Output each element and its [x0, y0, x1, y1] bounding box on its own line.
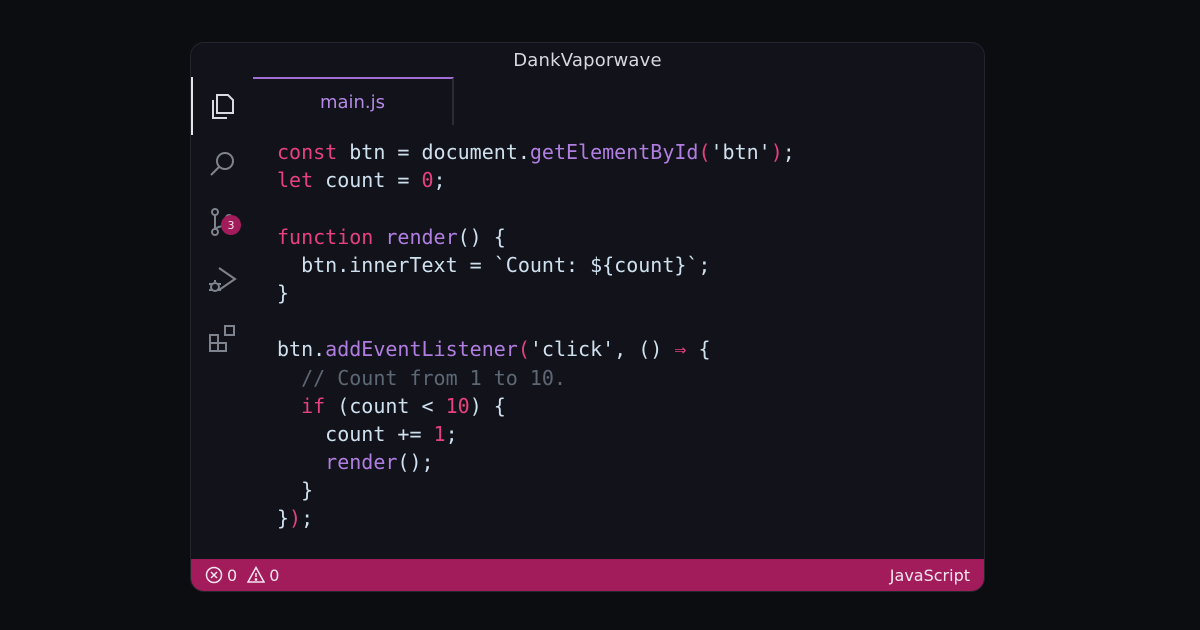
activity-files[interactable]: [191, 77, 253, 135]
code-token: ;: [782, 140, 795, 164]
activity-extensions[interactable]: [191, 309, 253, 367]
code-line[interactable]: }: [277, 476, 795, 504]
code-token: const: [277, 140, 338, 164]
code-token: }: [277, 478, 314, 503]
code-line[interactable]: if (count < 10) {: [277, 392, 795, 420]
problems-indicator[interactable]: 0 0: [205, 566, 285, 585]
editor-window: DankVaporwave 3 main.js const btn = docu…: [190, 42, 985, 592]
activity-bar: 3: [191, 77, 253, 559]
code-token: let: [277, 168, 314, 193]
code-token: function: [277, 224, 374, 249]
activity-source-control[interactable]: 3: [191, 193, 253, 251]
code-token: () {: [457, 224, 506, 249]
activity-run-debug[interactable]: [191, 251, 253, 309]
code-token: (count <: [325, 393, 446, 418]
code-token: ();: [397, 450, 434, 475]
code-line[interactable]: const btn = document.getElementById('btn…: [277, 138, 795, 166]
warning-count: 0: [269, 565, 280, 585]
activity-search[interactable]: [191, 135, 253, 193]
run-debug-icon: [209, 267, 237, 292]
code-token: btn = document.: [337, 140, 530, 164]
code-token: // Count from 1 to 10.: [277, 365, 566, 390]
code-token: ⇒: [674, 337, 687, 362]
window-title: DankVaporwave: [513, 49, 662, 71]
code-token: ): [770, 140, 783, 164]
code-line[interactable]: // Count from 1 to 10.: [277, 364, 795, 392]
code-line[interactable]: });: [277, 504, 795, 532]
extensions-icon: [209, 325, 235, 352]
code-line[interactable]: btn.innerText = `Count: ${count}`;: [277, 251, 795, 279]
code-token: ) {: [469, 393, 506, 418]
code-line[interactable]: [277, 194, 795, 222]
code-token: count +=: [277, 421, 434, 446]
warning-icon: [247, 566, 266, 583]
error-count: 0: [227, 565, 238, 585]
code-token: (: [698, 140, 711, 164]
code-token: 1: [433, 421, 446, 446]
tab-main-js[interactable]: main.js: [253, 77, 454, 125]
search-icon: [210, 152, 234, 176]
code-token: 'btn': [710, 140, 771, 164]
code-token: if: [301, 393, 326, 418]
source-control-badge: 3: [221, 215, 241, 235]
code-token: ): [289, 506, 302, 531]
code-line[interactable]: btn.addEventListener('click', () ⇒ {: [277, 335, 795, 363]
code-token: btn.: [277, 337, 326, 362]
code-token: 0: [421, 168, 434, 193]
code-token: (: [517, 337, 530, 362]
code-token: addEventListener: [325, 337, 518, 362]
code-line[interactable]: render();: [277, 448, 795, 476]
code-token: }: [277, 506, 290, 531]
code-token: 10: [445, 393, 470, 418]
code-line[interactable]: let count = 0;: [277, 166, 795, 194]
code-line[interactable]: }: [277, 279, 795, 307]
files-icon: [212, 94, 234, 119]
error-icon: [205, 566, 223, 584]
code-token: ;: [433, 168, 446, 193]
code-line[interactable]: function render() {: [277, 223, 795, 251]
code-token: count =: [313, 168, 422, 193]
code-token: }: [277, 280, 290, 305]
code-token: {: [686, 337, 711, 362]
code-line[interactable]: count += 1;: [277, 420, 795, 448]
code-editor[interactable]: const btn = document.getElementById('btn…: [277, 138, 795, 533]
code-line[interactable]: [277, 307, 795, 335]
code-token: render: [325, 450, 398, 475]
code-token: 'click', (): [529, 337, 675, 362]
code-token: getElementById: [529, 140, 699, 164]
tab-bar: main.js: [253, 77, 984, 125]
code-token: ;: [445, 421, 458, 446]
code-token: ;: [301, 506, 314, 531]
language-mode[interactable]: JavaScript: [890, 566, 970, 585]
status-bar: 0 0 JavaScript: [191, 559, 984, 591]
code-token: render: [385, 224, 458, 249]
code-token: btn.innerText = `Count: ${count}`;: [277, 252, 711, 277]
